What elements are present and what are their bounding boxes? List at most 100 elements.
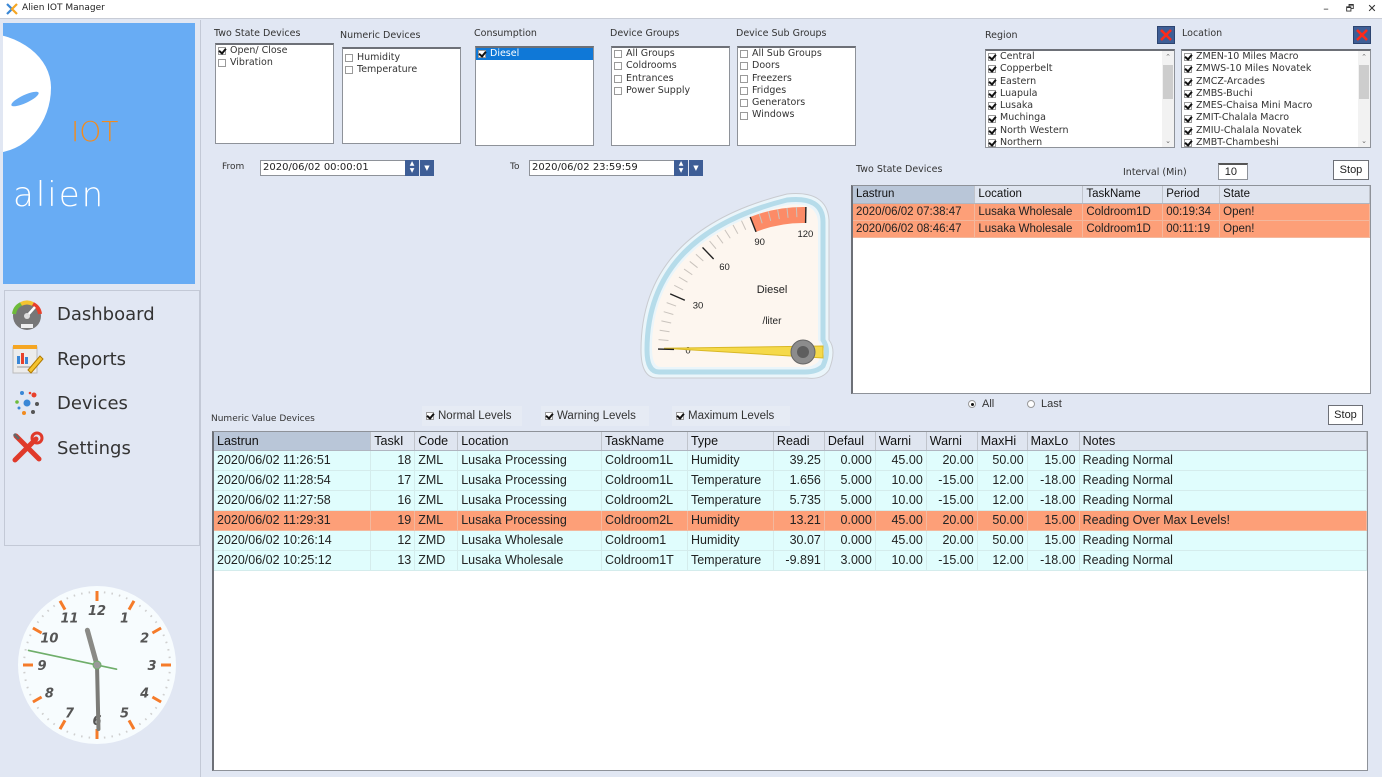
table-row[interactable]: 2020/06/02 08:46:47 Lusaka Wholesale Coldr… — [853, 220, 1370, 238]
item-checkbox[interactable] — [1184, 77, 1192, 86]
column-header[interactable]: Period — [1162, 186, 1221, 204]
to-datetime-field[interactable]: 2020/06/02 23:59:59 — [529, 160, 675, 176]
list-item[interactable]: Humidity — [343, 52, 460, 64]
item-checkbox[interactable] — [1184, 53, 1192, 62]
list-item[interactable]: All Sub Groups — [738, 48, 855, 60]
maximize-button[interactable]: 🗗 — [1340, 1, 1360, 17]
item-checkbox[interactable] — [988, 114, 996, 123]
item-checkbox[interactable] — [614, 62, 622, 71]
item-checkbox[interactable] — [345, 66, 353, 75]
clear-location-button[interactable] — [1353, 26, 1371, 44]
to-spinner[interactable]: ▲ ▼ — [674, 160, 688, 176]
device-groups-list[interactable]: All Groups Coldrooms Entrances Power Supply — [611, 46, 730, 146]
list-item[interactable]: Entrances — [612, 73, 729, 85]
sidebar-item-settings[interactable]: Settings — [5, 428, 199, 468]
item-checkbox[interactable] — [614, 50, 622, 59]
list-item[interactable]: ZMWS-10 Miles Novatek — [1182, 63, 1370, 75]
item-checkbox[interactable] — [1184, 139, 1192, 147]
list-item[interactable]: Open/ Close — [216, 45, 333, 57]
radio-last[interactable]: Last — [1027, 398, 1062, 410]
item-checkbox[interactable] — [614, 74, 622, 83]
list-item[interactable]: Generators — [738, 97, 855, 109]
list-item[interactable]: Fridges — [738, 85, 855, 97]
item-checkbox[interactable] — [988, 90, 996, 99]
column-header[interactable]: TaskI — [370, 432, 416, 451]
list-item[interactable]: ZMBT-Chambeshi — [1182, 137, 1370, 147]
item-checkbox[interactable] — [740, 99, 748, 108]
list-item[interactable]: ZMES-Chaisa Mini Macro — [1182, 100, 1370, 112]
scroll-thumb[interactable] — [1359, 65, 1369, 99]
table-row[interactable]: 2020/06/02 11:28:54 17 ZML Lusaka Processin… — [214, 470, 1367, 491]
list-item[interactable]: Central — [986, 51, 1174, 63]
table-row[interactable]: 2020/06/02 10:25:12 13 ZMD Lusaka Wholesale… — [214, 550, 1367, 571]
list-item[interactable]: North Western — [986, 125, 1174, 137]
item-checkbox[interactable] — [1184, 90, 1192, 99]
list-item[interactable]: Diesel — [476, 48, 593, 61]
list-item[interactable]: Eastern — [986, 76, 1174, 88]
vertical-scrollbar[interactable]: ⌃ ⌄ — [1162, 51, 1174, 147]
item-checkbox[interactable] — [988, 126, 996, 135]
sidebar-item-reports[interactable]: Reports — [5, 339, 199, 379]
table-row[interactable]: 2020/06/02 11:26:51 18 ZML Lusaka Processin… — [214, 450, 1367, 471]
column-header[interactable]: Lastrun — [214, 432, 372, 451]
clear-region-button[interactable] — [1157, 26, 1175, 44]
column-header[interactable]: Defaul — [824, 432, 876, 451]
list-item[interactable]: Windows — [738, 109, 855, 121]
consumption-list[interactable]: Diesel — [475, 46, 594, 146]
list-item[interactable]: ZMBS-Buchi — [1182, 88, 1370, 100]
radio-all-dot[interactable] — [968, 400, 976, 408]
table-row[interactable]: 2020/06/02 11:27:58 16 ZML Lusaka Processin… — [214, 490, 1367, 511]
minimize-button[interactable]: – — [1316, 1, 1336, 17]
from-datetime-field[interactable]: 2020/06/02 00:00:01 — [260, 160, 406, 176]
item-checkbox[interactable] — [740, 87, 748, 96]
numeric-devices-list[interactable]: Humidity Temperature — [342, 47, 461, 144]
item-checkbox[interactable] — [988, 53, 996, 62]
column-header[interactable]: Type — [687, 432, 774, 451]
column-header[interactable]: Readi — [773, 432, 825, 451]
list-item[interactable]: Muchinga — [986, 112, 1174, 124]
table-row[interactable]: 2020/06/02 10:26:14 12 ZMD Lusaka Wholesale… — [214, 530, 1367, 551]
scroll-down-icon[interactable]: ⌄ — [1162, 135, 1174, 147]
column-header[interactable]: Code — [414, 432, 459, 451]
two-state-devices-list[interactable]: Open/ Close Vibration — [215, 43, 334, 144]
scroll-down-icon[interactable]: ⌄ — [1358, 135, 1370, 147]
list-item[interactable]: Luapula — [986, 88, 1174, 100]
table-row[interactable]: 2020/06/02 11:29:31 19 ZML Lusaka Processin… — [214, 510, 1367, 531]
column-header[interactable]: Location — [457, 432, 603, 451]
list-item[interactable]: ZMCZ-Arcades — [1182, 76, 1370, 88]
column-header[interactable]: Lastrun — [853, 186, 976, 204]
list-item[interactable]: Copperbelt — [986, 63, 1174, 75]
column-header[interactable]: TaskName — [601, 432, 688, 451]
radio-last-dot[interactable] — [1027, 400, 1035, 408]
item-checkbox[interactable] — [740, 50, 748, 59]
list-item[interactable]: ZMEN-10 Miles Macro — [1182, 51, 1370, 63]
list-item[interactable]: Freezers — [738, 73, 855, 85]
sidebar-item-devices[interactable]: Devices — [5, 383, 199, 423]
item-checkbox[interactable] — [740, 62, 748, 71]
scroll-thumb[interactable] — [1163, 65, 1173, 99]
warning-levels-checkbox[interactable] — [545, 412, 553, 420]
item-checkbox[interactable] — [614, 87, 622, 96]
device-sub-groups-list[interactable]: All Sub Groups Doors Freezers Fridges Genera… — [737, 46, 856, 146]
table-row[interactable]: 2020/06/02 07:38:47 Lusaka Wholesale Coldr… — [853, 203, 1370, 221]
scroll-up-icon[interactable]: ⌃ — [1358, 51, 1370, 63]
maximum-levels-checkbox[interactable] — [676, 412, 684, 420]
item-checkbox[interactable] — [988, 139, 996, 147]
list-item[interactable]: Doors — [738, 60, 855, 72]
list-item[interactable]: Temperature — [343, 64, 460, 76]
radio-all[interactable]: All — [968, 398, 994, 410]
sidebar-item-dashboard[interactable]: Dashboard — [5, 294, 199, 334]
list-item[interactable]: All Groups — [612, 48, 729, 60]
item-checkbox[interactable] — [740, 74, 748, 83]
close-button[interactable]: ✕ — [1362, 1, 1382, 17]
list-item[interactable]: ZMIT-Chalala Macro — [1182, 112, 1370, 124]
column-header[interactable]: MaxLo — [1027, 432, 1080, 451]
column-header[interactable]: Notes — [1079, 432, 1367, 451]
list-item[interactable]: Power Supply — [612, 85, 729, 97]
column-header[interactable]: State — [1219, 186, 1370, 204]
column-header[interactable]: TaskName — [1082, 186, 1164, 204]
two-state-stop-button[interactable]: Stop — [1333, 160, 1369, 180]
item-checkbox[interactable] — [988, 65, 996, 74]
list-item[interactable]: Coldrooms — [612, 60, 729, 72]
normal-levels-checkbox[interactable] — [426, 412, 434, 420]
